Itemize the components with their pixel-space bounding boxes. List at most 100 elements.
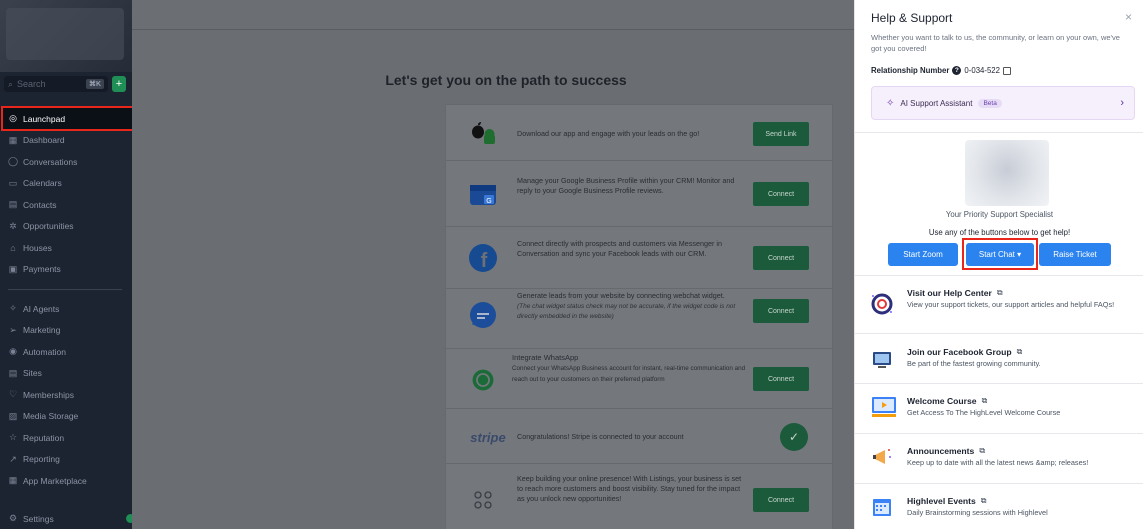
sidebar-item-settings[interactable]: ⚙ Settings (0, 508, 132, 529)
help-support-panel: Help & Support × Whether you want to tal… (854, 0, 1143, 529)
sidebar-item-reporting[interactable]: ↗ Reporting (0, 449, 132, 471)
close-icon[interactable]: × (1125, 10, 1132, 24)
link-title-text: Visit our Help Center (907, 288, 992, 298)
link-title: Join our Facebook Group ⧉ (907, 347, 1022, 357)
ai-agents-icon: ✧ (9, 303, 17, 314)
dashboard-icon: ▦ (8, 134, 18, 145)
sidebar-item-memberships[interactable]: ♡ Memberships (0, 384, 132, 406)
sidebar-item-label: Opportunities (23, 221, 74, 232)
webchat-icon (468, 301, 498, 331)
sidebar-item-label: Reputation (23, 432, 65, 443)
house-icon: ⌂ (10, 242, 16, 253)
list-item-whatsapp: Integrate WhatsApp Connect your WhatsApp … (446, 349, 834, 409)
reporting-icon: ↗ (9, 453, 17, 464)
relationship-number: Relationship Number ? 0-034-522 (871, 66, 1011, 75)
sidebar-item-label: Sites (23, 368, 42, 379)
link-title-text: Announcements (907, 446, 975, 456)
contacts-icon: ▤ (8, 199, 18, 210)
connect-whatsapp-button[interactable]: Connect (753, 367, 809, 391)
ai-support-assistant-button[interactable]: ✧ AI Support Assistant Beta › (871, 86, 1135, 120)
sites-icon: ▤ (8, 367, 18, 378)
help-center-icon (871, 293, 893, 315)
settings-section: ⚙ Settings (0, 508, 132, 529)
marketing-icon: ➢ (9, 324, 17, 335)
external-link-icon: ⧉ (979, 446, 986, 455)
sidebar-item-label: Memberships (23, 389, 75, 400)
divider (855, 132, 1143, 133)
chevron-right-icon: › (1120, 97, 1124, 109)
row-text: Integrate WhatsApp Connect your WhatsApp … (512, 353, 752, 384)
relationship-value: 0-034-522 (964, 66, 1000, 75)
webchat-note: (The chat widget status check may not be… (517, 303, 736, 320)
sidebar-item-label: App Marketplace (23, 475, 87, 486)
copy-icon[interactable] (1002, 66, 1011, 75)
launchpad-highlight (1, 106, 135, 131)
svg-text:G: G (486, 198, 491, 205)
send-link-button[interactable]: Send Link (753, 122, 809, 146)
external-link-icon: ⧉ (980, 496, 987, 505)
row-text: Keep building your online presence! With… (517, 474, 742, 503)
connected-check-icon: ✓ (780, 423, 808, 451)
google-business-icon: G (468, 179, 498, 209)
sidebar-item-automation[interactable]: ◉ Automation (0, 341, 132, 363)
sidebar-item-dashboard[interactable]: ▦ Dashboard (0, 130, 132, 152)
sidebar-item-marketing[interactable]: ➢ Marketing (0, 320, 132, 342)
facebook-group-icon (871, 348, 893, 370)
help-center-link[interactable]: Visit our Help Center ⧉ View your support… (855, 276, 1143, 333)
sidebar-item-label: Marketing (23, 325, 61, 336)
whatsapp-desc: Connect your WhatsApp Business account f… (512, 365, 746, 383)
sidebar-item-label: Automation (23, 346, 66, 357)
help-icon[interactable]: ? (952, 66, 962, 75)
specialist-label: Your Priority Support Specialist (945, 210, 1054, 219)
start-zoom-button[interactable]: Start Zoom (888, 243, 958, 266)
sidebar-item-conversations[interactable]: ◯ Conversations (0, 151, 132, 173)
sidebar-item-label: Reporting (23, 454, 60, 465)
sidebar-item-media-storage[interactable]: ▨ Media Storage (0, 406, 132, 428)
list-item-webchat: Generate leads from your website by conn… (446, 289, 834, 349)
sidebar-item-calendars[interactable]: ▭ Calendars (0, 173, 132, 195)
launchpad-checklist: Download our app and engage with your le… (445, 104, 834, 529)
sidebar-item-houses[interactable]: ⌂ Houses (0, 237, 132, 259)
chat-icon: ◯ (8, 156, 19, 167)
marketplace-icon: ▦ (8, 475, 18, 486)
sparkle-icon: ✧ (886, 97, 895, 109)
panel-title: Help & Support (871, 11, 953, 25)
connect-google-button[interactable]: Connect (753, 182, 809, 206)
row-text: Download our app and engage with your le… (517, 129, 700, 138)
webchat-desc: Generate leads from your website by conn… (517, 291, 725, 300)
welcome-course-link[interactable]: Welcome Course ⧉ Get Access To The HighLe… (855, 384, 1143, 433)
sidebar-item-payments[interactable]: ▣ Payments (0, 259, 132, 281)
raise-ticket-button[interactable]: Raise Ticket (1039, 243, 1111, 266)
account-switcher[interactable] (0, 0, 132, 72)
events-link[interactable]: Highlevel Events ⧉ Daily Brainstorming se… (855, 484, 1143, 529)
link-title: Announcements ⧉ (907, 446, 985, 456)
star-icon: ☆ (8, 432, 18, 443)
sidebar-item-app-marketplace[interactable]: ▦ App Marketplace (0, 470, 132, 492)
sidebar-item-label: Payments (23, 264, 61, 275)
memberships-icon: ♡ (8, 389, 18, 400)
stripe-logo: stripe (470, 429, 506, 445)
external-link-icon: ⧉ (981, 396, 988, 405)
list-item-mobile-app: Download our app and engage with your le… (446, 105, 834, 161)
nav-group-main: ◎ Launchpad ▦ Dashboard ◯ Conversations ▭ Ca… (0, 108, 132, 280)
sidebar-item-ai-agents[interactable]: ✧ AI Agents (0, 298, 132, 320)
megaphone-icon (871, 446, 893, 468)
facebook-group-link[interactable]: Join our Facebook Group ⧉ Be part of the … (855, 334, 1143, 383)
connect-facebook-button[interactable]: Connect (753, 246, 809, 270)
connect-listings-button[interactable]: Connect (753, 488, 809, 512)
sidebar-item-label: Media Storage (23, 411, 79, 422)
link-title-text: Welcome Course (907, 396, 977, 406)
external-link-icon: ⧉ (1016, 347, 1023, 356)
whatsapp-icon (468, 365, 498, 395)
list-item-stripe: stripe Congratulations! Stripe is connec… (446, 409, 834, 464)
sidebar-item-contacts[interactable]: ▤ Contacts (0, 194, 132, 216)
connect-webchat-button[interactable]: Connect (753, 299, 809, 323)
nav-group-tools: ✧ AI Agents ➢ Marketing ◉ Automation ▤ Sites… (0, 298, 132, 492)
sidebar-item-opportunities[interactable]: ✲ Opportunities (0, 216, 132, 238)
list-item-facebook: f Connect directly with prospects and cu… (446, 227, 834, 289)
sidebar-item-sites[interactable]: ▤ Sites (0, 363, 132, 385)
sidebar-item-label: Houses (23, 242, 52, 253)
sidebar-item-reputation[interactable]: ☆ Reputation (0, 427, 132, 449)
sidebar-item-label: Dashboard (23, 135, 65, 146)
announcements-link[interactable]: Announcements ⧉ Keep up to date with all … (855, 434, 1143, 483)
